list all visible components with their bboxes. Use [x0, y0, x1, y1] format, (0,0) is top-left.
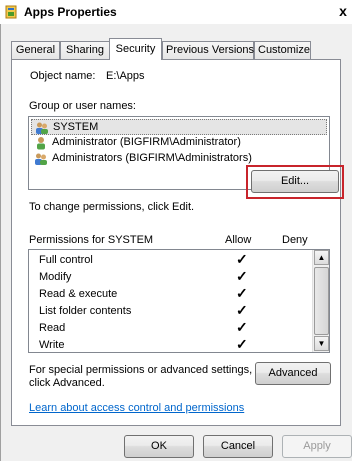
list-item-administrator[interactable]: Administrator (BIGFIRM\Administrator)	[31, 135, 327, 151]
folder-app-icon	[5, 5, 17, 19]
permission-name: Write	[39, 339, 65, 351]
permission-row: Read & execute ✓	[39, 285, 309, 303]
scroll-thumb[interactable]	[314, 267, 329, 335]
window-title: Apps Properties	[24, 5, 117, 19]
deny-header: Deny	[282, 234, 308, 246]
permission-row: Modify ✓	[39, 268, 309, 286]
advanced-text-line1: For special permissions or advanced sett…	[29, 364, 253, 376]
ok-button[interactable]: OK	[124, 435, 194, 458]
scroll-down-icon[interactable]: ▼	[314, 336, 329, 351]
permission-name: Full control	[39, 254, 93, 266]
permission-row: List folder contents ✓	[39, 302, 309, 320]
tab-previous-versions[interactable]: Previous Versions	[162, 41, 254, 59]
allow-check-icon: ✓	[236, 336, 248, 352]
allow-check-icon: ✓	[236, 251, 248, 267]
allow-check-icon: ✓	[236, 268, 248, 284]
permission-name: Read	[39, 322, 66, 334]
title-bar[interactable]: Apps Properties x	[0, 0, 352, 24]
allow-check-icon: ✓	[236, 285, 248, 301]
tab-label: General	[15, 44, 56, 56]
change-permissions-text: To change permissions, click Edit.	[29, 201, 195, 213]
list-item-system[interactable]: SYSTEM	[31, 119, 327, 135]
user-label: SYSTEM	[53, 121, 99, 133]
tab-label: Security	[115, 43, 156, 55]
tab-label: Previous Versions	[166, 44, 255, 56]
close-icon[interactable]: x	[336, 2, 350, 20]
allow-header: Allow	[225, 234, 252, 246]
tab-customize[interactable]: Customize	[254, 41, 311, 59]
user-label: Administrator (BIGFIRM\Administrator)	[52, 136, 241, 148]
scroll-up-icon[interactable]: ▲	[314, 250, 329, 265]
permissions-list: Full control ✓ Modify ✓ Read & execute ✓…	[28, 249, 330, 353]
user-icon	[37, 137, 45, 150]
permissions-scrollbar[interactable]: ▲ ▼	[312, 250, 329, 352]
users-group-icon	[36, 122, 48, 134]
user-label: Administrators (BIGFIRM\Administrators)	[52, 152, 252, 164]
permissions-header: Permissions for SYSTEM	[29, 234, 154, 246]
object-name-label: Object name:	[30, 70, 96, 82]
users-group-icon	[35, 153, 47, 165]
cancel-button[interactable]: Cancel	[203, 435, 273, 458]
properties-window: Apps Properties x General Sharing Securi…	[0, 0, 352, 461]
group-names-label: Group or user names:	[29, 100, 136, 112]
permission-name: Modify	[39, 271, 72, 283]
tab-general[interactable]: General	[11, 41, 60, 59]
allow-check-icon: ✓	[236, 302, 248, 318]
permission-name: Read & execute	[39, 288, 118, 300]
apply-button[interactable]: Apply	[282, 435, 352, 458]
permission-row: Full control ✓	[39, 251, 309, 269]
permission-row: Write ✓	[39, 336, 309, 352]
object-name-value: E:\Apps	[106, 70, 145, 82]
advanced-button[interactable]: Advanced	[255, 362, 331, 385]
permission-name: List folder contents	[39, 305, 132, 317]
learn-more-link[interactable]: Learn about access control and permissio…	[29, 402, 244, 414]
tab-sharing[interactable]: Sharing	[60, 41, 110, 59]
edit-button[interactable]: Edit...	[251, 170, 339, 193]
allow-check-icon: ✓	[236, 319, 248, 335]
permission-row: Read ✓	[39, 319, 309, 337]
tab-label: Customize	[258, 44, 310, 56]
tab-label: Sharing	[66, 44, 104, 56]
advanced-text-line2: click Advanced.	[29, 377, 105, 389]
tab-security[interactable]: Security	[109, 38, 162, 60]
